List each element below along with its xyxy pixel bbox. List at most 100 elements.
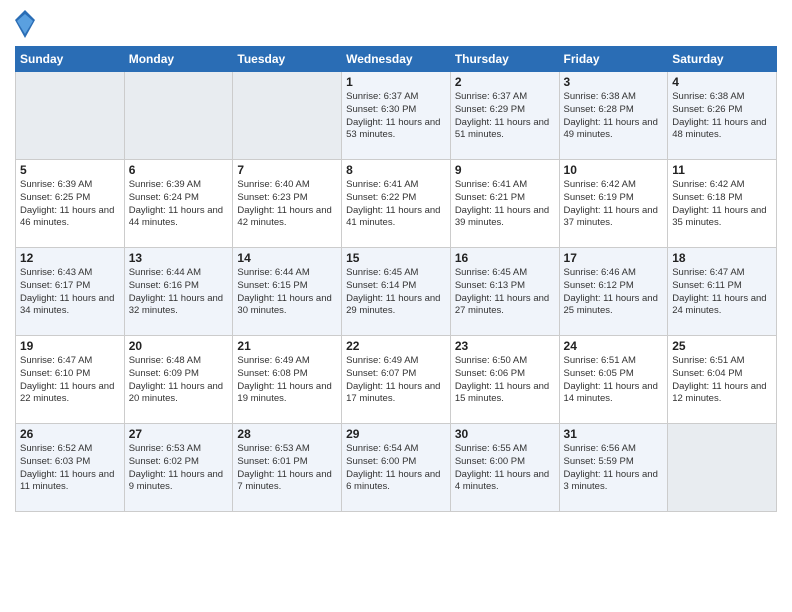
calendar-cell: 10Sunrise: 6:42 AM Sunset: 6:19 PM Dayli… [559,160,668,248]
day-number: 9 [455,163,555,177]
calendar-cell: 16Sunrise: 6:45 AM Sunset: 6:13 PM Dayli… [450,248,559,336]
calendar-cell: 29 Sunrise: 6:54 AM Sunset: 6:00 PM Dayli… [342,424,451,512]
day-info: Sunrise: 6:38 AM Sunset: 6:26 PM Dayligh… [672,91,772,142]
day-info: Sunrise: 6:49 AM Sunset: 6:07 PM Dayligh… [346,355,446,406]
calendar-cell [16,72,125,160]
calendar-header-row: SundayMondayTuesdayWednesdayThursdayFrid… [16,47,777,72]
day-number: 22 [346,339,446,353]
day-info: Sunrise: 6:47 AM Sunset: 6:11 PM Dayligh… [672,267,772,318]
weekday-header-monday: Monday [124,47,233,72]
calendar-cell: 13 Sunrise: 6:44 AM Sunset: 6:16 PM Dayli… [124,248,233,336]
day-info: Sunrise: 6:55 AM Sunset: 6:00 PM Dayligh… [455,443,555,494]
day-info: Sunrise: 6:45 AM Sunset: 6:14 PM Dayligh… [346,267,446,318]
calendar-week-row: 5 Sunrise: 6:39 AM Sunset: 6:25 PM Daylig… [16,160,777,248]
weekday-header-saturday: Saturday [668,47,777,72]
calendar-cell: 11 Sunrise: 6:42 AM Sunset: 6:18 PM Dayli… [668,160,777,248]
calendar-cell [233,72,342,160]
day-info: Sunrise: 6:53 AM Sunset: 6:01 PM Dayligh… [237,443,337,494]
day-number: 23 [455,339,555,353]
day-info: Sunrise: 6:51 AM Sunset: 6:04 PM Dayligh… [672,355,772,406]
day-info: Sunrise: 6:49 AM Sunset: 6:08 PM Dayligh… [237,355,337,406]
calendar-cell: 14 Sunrise: 6:44 AM Sunset: 6:15 PM Dayli… [233,248,342,336]
day-number: 28 [237,427,337,441]
day-number: 13 [129,251,229,265]
calendar-cell: 28 Sunrise: 6:53 AM Sunset: 6:01 PM Dayli… [233,424,342,512]
calendar-cell: 17 Sunrise: 6:46 AM Sunset: 6:12 PM Dayli… [559,248,668,336]
day-info: Sunrise: 6:51 AM Sunset: 6:05 PM Dayligh… [564,355,664,406]
weekday-header-friday: Friday [559,47,668,72]
header [15,10,777,38]
day-number: 27 [129,427,229,441]
day-info: Sunrise: 6:44 AM Sunset: 6:15 PM Dayligh… [237,267,337,318]
calendar-cell: 21Sunrise: 6:49 AM Sunset: 6:08 PM Dayli… [233,336,342,424]
day-info: Sunrise: 6:39 AM Sunset: 6:25 PM Dayligh… [20,179,120,230]
day-info: Sunrise: 6:45 AM Sunset: 6:13 PM Dayligh… [455,267,555,318]
day-number: 29 [346,427,446,441]
day-info: Sunrise: 6:56 AM Sunset: 5:59 PM Dayligh… [564,443,664,494]
calendar-cell: 18 Sunrise: 6:47 AM Sunset: 6:11 PM Dayli… [668,248,777,336]
calendar-cell: 30Sunrise: 6:55 AM Sunset: 6:00 PM Dayli… [450,424,559,512]
day-info: Sunrise: 6:37 AM Sunset: 6:30 PM Dayligh… [346,91,446,142]
calendar-cell [124,72,233,160]
day-info: Sunrise: 6:52 AM Sunset: 6:03 PM Dayligh… [20,443,120,494]
day-number: 5 [20,163,120,177]
calendar-cell: 31 Sunrise: 6:56 AM Sunset: 5:59 PM Dayli… [559,424,668,512]
calendar-cell: 2Sunrise: 6:37 AM Sunset: 6:29 PM Daylig… [450,72,559,160]
calendar-week-row: 12Sunrise: 6:43 AM Sunset: 6:17 PM Dayli… [16,248,777,336]
calendar-cell: 20 Sunrise: 6:48 AM Sunset: 6:09 PM Dayli… [124,336,233,424]
day-number: 4 [672,75,772,89]
calendar-cell: 24 Sunrise: 6:51 AM Sunset: 6:05 PM Dayli… [559,336,668,424]
calendar-cell: 25 Sunrise: 6:51 AM Sunset: 6:04 PM Dayli… [668,336,777,424]
day-info: Sunrise: 6:37 AM Sunset: 6:29 PM Dayligh… [455,91,555,142]
day-number: 3 [564,75,664,89]
calendar-cell: 1 Sunrise: 6:37 AM Sunset: 6:30 PM Daylig… [342,72,451,160]
day-number: 15 [346,251,446,265]
weekday-header-tuesday: Tuesday [233,47,342,72]
day-number: 10 [564,163,664,177]
day-info: Sunrise: 6:48 AM Sunset: 6:09 PM Dayligh… [129,355,229,406]
day-number: 14 [237,251,337,265]
calendar-cell: 26 Sunrise: 6:52 AM Sunset: 6:03 PM Dayli… [16,424,125,512]
day-info: Sunrise: 6:42 AM Sunset: 6:18 PM Dayligh… [672,179,772,230]
day-info: Sunrise: 6:47 AM Sunset: 6:10 PM Dayligh… [20,355,120,406]
day-info: Sunrise: 6:44 AM Sunset: 6:16 PM Dayligh… [129,267,229,318]
weekday-header-sunday: Sunday [16,47,125,72]
calendar-cell: 12Sunrise: 6:43 AM Sunset: 6:17 PM Dayli… [16,248,125,336]
logo [15,10,39,38]
day-number: 6 [129,163,229,177]
day-number: 17 [564,251,664,265]
calendar-week-row: 1 Sunrise: 6:37 AM Sunset: 6:30 PM Daylig… [16,72,777,160]
calendar-cell: 15 Sunrise: 6:45 AM Sunset: 6:14 PM Dayli… [342,248,451,336]
calendar-week-row: 19Sunrise: 6:47 AM Sunset: 6:10 PM Dayli… [16,336,777,424]
calendar-cell: 9 Sunrise: 6:41 AM Sunset: 6:21 PM Daylig… [450,160,559,248]
day-number: 7 [237,163,337,177]
day-info: Sunrise: 6:50 AM Sunset: 6:06 PM Dayligh… [455,355,555,406]
day-number: 26 [20,427,120,441]
weekday-header-wednesday: Wednesday [342,47,451,72]
day-number: 24 [564,339,664,353]
calendar-cell: 19Sunrise: 6:47 AM Sunset: 6:10 PM Dayli… [16,336,125,424]
day-number: 31 [564,427,664,441]
calendar-cell: 7Sunrise: 6:40 AM Sunset: 6:23 PM Daylig… [233,160,342,248]
day-number: 12 [20,251,120,265]
calendar-cell: 4 Sunrise: 6:38 AM Sunset: 6:26 PM Daylig… [668,72,777,160]
calendar-cell: 27 Sunrise: 6:53 AM Sunset: 6:02 PM Dayli… [124,424,233,512]
day-info: Sunrise: 6:54 AM Sunset: 6:00 PM Dayligh… [346,443,446,494]
day-number: 18 [672,251,772,265]
day-number: 1 [346,75,446,89]
calendar-cell: 3Sunrise: 6:38 AM Sunset: 6:28 PM Daylig… [559,72,668,160]
weekday-header-thursday: Thursday [450,47,559,72]
day-info: Sunrise: 6:41 AM Sunset: 6:22 PM Dayligh… [346,179,446,230]
calendar-cell: 8Sunrise: 6:41 AM Sunset: 6:22 PM Daylig… [342,160,451,248]
calendar-week-row: 26 Sunrise: 6:52 AM Sunset: 6:03 PM Dayli… [16,424,777,512]
page: SundayMondayTuesdayWednesdayThursdayFrid… [0,0,792,612]
day-number: 20 [129,339,229,353]
calendar-cell: 22 Sunrise: 6:49 AM Sunset: 6:07 PM Dayli… [342,336,451,424]
calendar-cell: 6 Sunrise: 6:39 AM Sunset: 6:24 PM Daylig… [124,160,233,248]
day-info: Sunrise: 6:41 AM Sunset: 6:21 PM Dayligh… [455,179,555,230]
day-info: Sunrise: 6:46 AM Sunset: 6:12 PM Dayligh… [564,267,664,318]
day-number: 25 [672,339,772,353]
day-number: 11 [672,163,772,177]
day-info: Sunrise: 6:53 AM Sunset: 6:02 PM Dayligh… [129,443,229,494]
day-info: Sunrise: 6:39 AM Sunset: 6:24 PM Dayligh… [129,179,229,230]
